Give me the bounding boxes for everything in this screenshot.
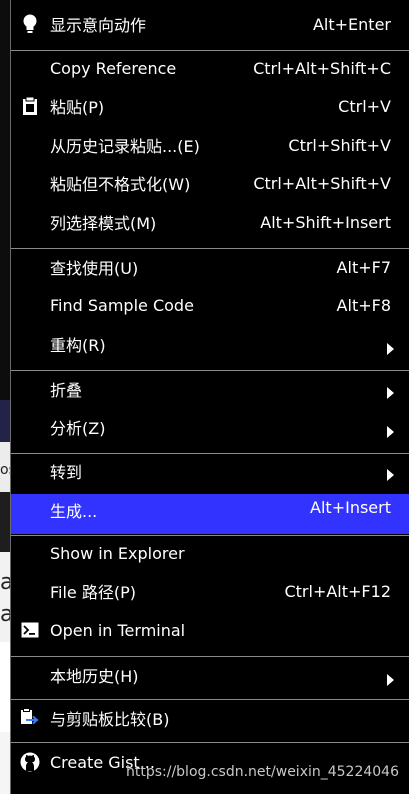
menu-item-shortcut: Alt+F7: [336, 257, 391, 277]
menu-item-label: 折叠: [50, 381, 83, 400]
compare-clipboard-icon: [20, 708, 40, 728]
submenu-arrow-icon: [387, 343, 394, 355]
menu-item-shortcut: Ctrl+Shift+V: [288, 135, 391, 155]
menu-item-analyze[interactable]: 分析(Z): [11, 408, 409, 446]
submenu-arrow-icon: [387, 469, 394, 481]
menu-item-show-intention-actions[interactable]: 显示意向动作 Alt+Enter: [11, 5, 409, 43]
menu-item-paste-from-history[interactable]: 从历史记录粘贴...(E) Ctrl+Shift+V: [11, 126, 409, 164]
menu-item-refactor[interactable]: 重构(R): [11, 325, 409, 363]
terminal-icon: [20, 620, 40, 640]
menu-item-goto[interactable]: 转到: [11, 452, 409, 490]
menu-item-label: Copy Reference: [50, 58, 177, 78]
watermark-text: https://blog.csdn.net/weixin_45224046: [125, 764, 399, 780]
menu-item-label: 列选择模式(M): [50, 214, 157, 233]
submenu-arrow-icon: [387, 674, 394, 686]
menu-item-label: 生成...: [50, 502, 98, 521]
menu-item-label: 与剪贴板比较(B): [50, 710, 170, 729]
menu-item-open-in-terminal[interactable]: Open in Terminal: [11, 611, 409, 649]
menu-item-shortcut: Ctrl+Alt+F12: [284, 581, 391, 601]
menu-item-shortcut: Ctrl+V: [338, 96, 391, 116]
menu-item-label: 显示意向动作: [50, 16, 147, 35]
menu-item-shortcut: Ctrl+Alt+Shift+C: [253, 58, 391, 78]
menu-item-label: 粘贴但不格式化(W): [50, 175, 191, 194]
menu-item-paste[interactable]: 粘贴(P) Ctrl+V: [11, 87, 409, 125]
menu-item-shortcut: Alt+Insert: [310, 498, 391, 517]
menu-item-label: 查找使用(U): [50, 259, 139, 278]
menu-item-paste-plain[interactable]: 粘贴但不格式化(W) Ctrl+Alt+Shift+V: [11, 164, 409, 202]
menu-item-folding[interactable]: 折叠: [11, 370, 409, 408]
menu-item-copy-reference[interactable]: Copy Reference Ctrl+Alt+Shift+C: [11, 49, 409, 87]
clipboard-icon: [20, 96, 40, 116]
menu-item-column-selection-mode[interactable]: 列选择模式(M) Alt+Shift+Insert: [11, 203, 409, 241]
github-icon: [20, 752, 40, 772]
menu-item-file-path[interactable]: File 路径(P) Ctrl+Alt+F12: [11, 572, 409, 610]
menu-item-label: Show in Explorer: [50, 543, 185, 563]
menu-item-find-sample-code[interactable]: Find Sample Code Alt+F8: [11, 286, 409, 324]
menu-item-local-history[interactable]: 本地历史(H): [11, 656, 409, 694]
menu-item-label: 粘贴(P): [50, 98, 105, 117]
menu-item-label: 从历史记录粘贴...(E): [50, 137, 200, 156]
submenu-arrow-icon: [387, 426, 394, 438]
menu-item-generate[interactable]: 生成... Alt+Insert: [11, 494, 409, 534]
menu-item-compare-with-clipboard[interactable]: 与剪贴板比较(B): [11, 699, 409, 737]
menu-item-find-usages[interactable]: 查找使用(U) Alt+F7: [11, 248, 409, 286]
menu-item-label: 重构(R): [50, 336, 106, 355]
menu-item-label: 转到: [50, 463, 83, 482]
menu-item-label: Find Sample Code: [50, 295, 194, 315]
menu-item-shortcut: Alt+F8: [336, 295, 391, 315]
menu-item-label: 分析(Z): [50, 419, 106, 438]
submenu-arrow-icon: [387, 387, 394, 399]
menu-item-show-in-explorer[interactable]: Show in Explorer: [11, 534, 409, 572]
menu-item-shortcut: Ctrl+Alt+Shift+V: [253, 173, 391, 193]
context-menu: 显示意向动作 Alt+Enter Copy Reference Ctrl+Alt…: [10, 0, 409, 794]
lightbulb-icon: [20, 14, 40, 34]
menu-item-label: Open in Terminal: [50, 620, 186, 640]
menu-item-shortcut: Alt+Enter: [312, 14, 391, 34]
menu-item-label: File 路径(P): [50, 583, 136, 602]
menu-item-label: 本地历史(H): [50, 667, 139, 686]
menu-item-shortcut: Alt+Shift+Insert: [260, 212, 391, 232]
